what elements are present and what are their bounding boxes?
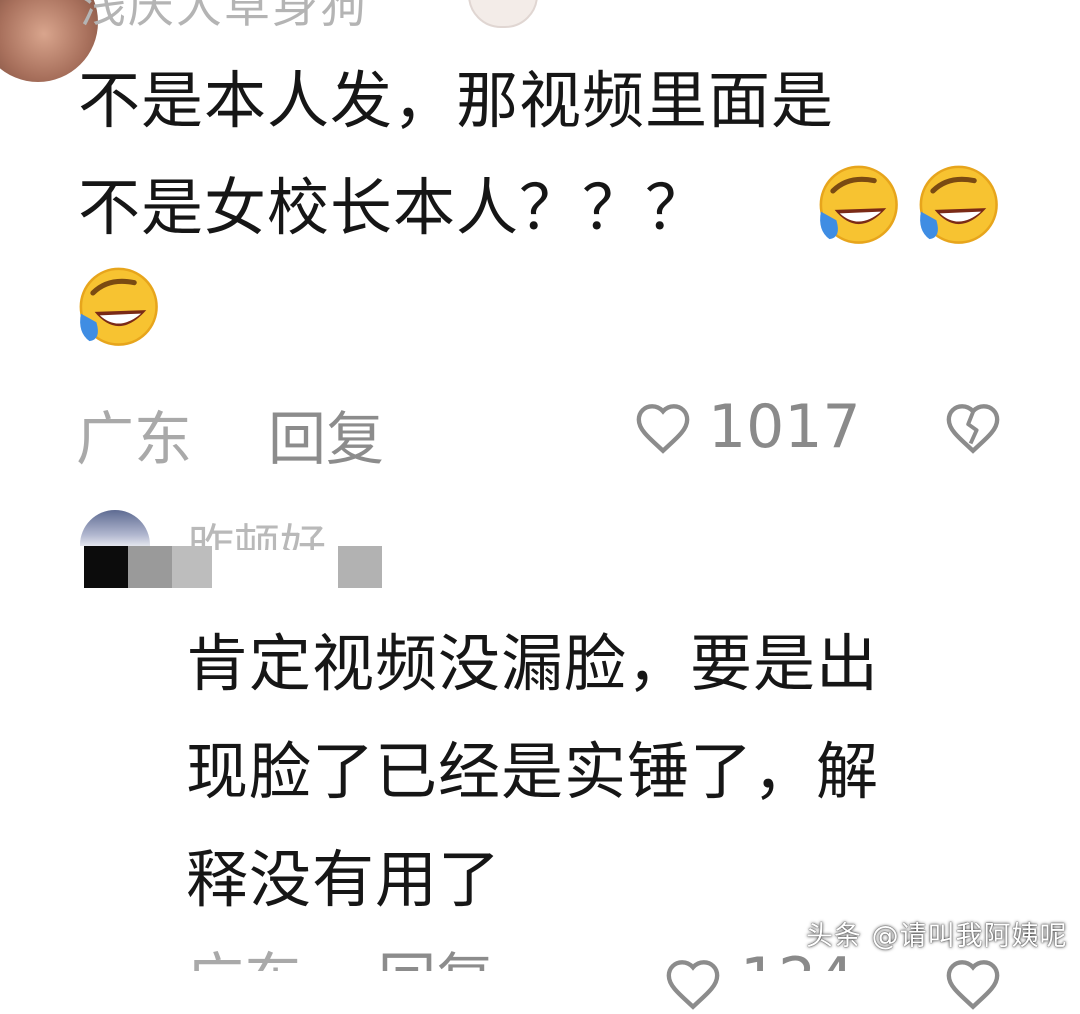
comment-username[interactable]: 昨顿好 (188, 506, 326, 550)
reply-button[interactable]: 回复 (378, 930, 494, 971)
comment-text-line: 释没有用了 (186, 843, 502, 916)
watermark-text: 头条 @请叫我阿姨呢 (806, 921, 1068, 952)
laugh-cry-emoji (919, 165, 998, 244)
comment-text-line: 不是女校长本人？？？ (78, 171, 709, 244)
comment-location: 广东 (76, 405, 193, 473)
dog-emoji (468, 0, 538, 28)
heart-outline-icon[interactable] (634, 400, 692, 458)
user-avatar[interactable] (80, 510, 150, 546)
reply-button[interactable]: 回复 (268, 392, 384, 476)
comment-location: 广东 (186, 930, 302, 971)
like-count: 1017 (708, 392, 861, 462)
comment-text-line: 现脸了已经是实锤了，解 (186, 735, 880, 808)
comment-text-line: 肯定视频没漏脸，要是出 (186, 627, 880, 700)
heart-outline-icon[interactable] (664, 956, 722, 1014)
laugh-cry-emoji (819, 165, 898, 244)
censored-mosaic (84, 546, 384, 588)
comment-text-line: 不是本人发，那视频里面是 (78, 64, 835, 137)
broken-heart-icon[interactable] (944, 956, 1002, 1014)
broken-heart-icon[interactable] (944, 400, 1002, 458)
laugh-cry-emoji (79, 267, 158, 346)
comment-username[interactable]: 浅庆大草身狗 (80, 0, 368, 36)
